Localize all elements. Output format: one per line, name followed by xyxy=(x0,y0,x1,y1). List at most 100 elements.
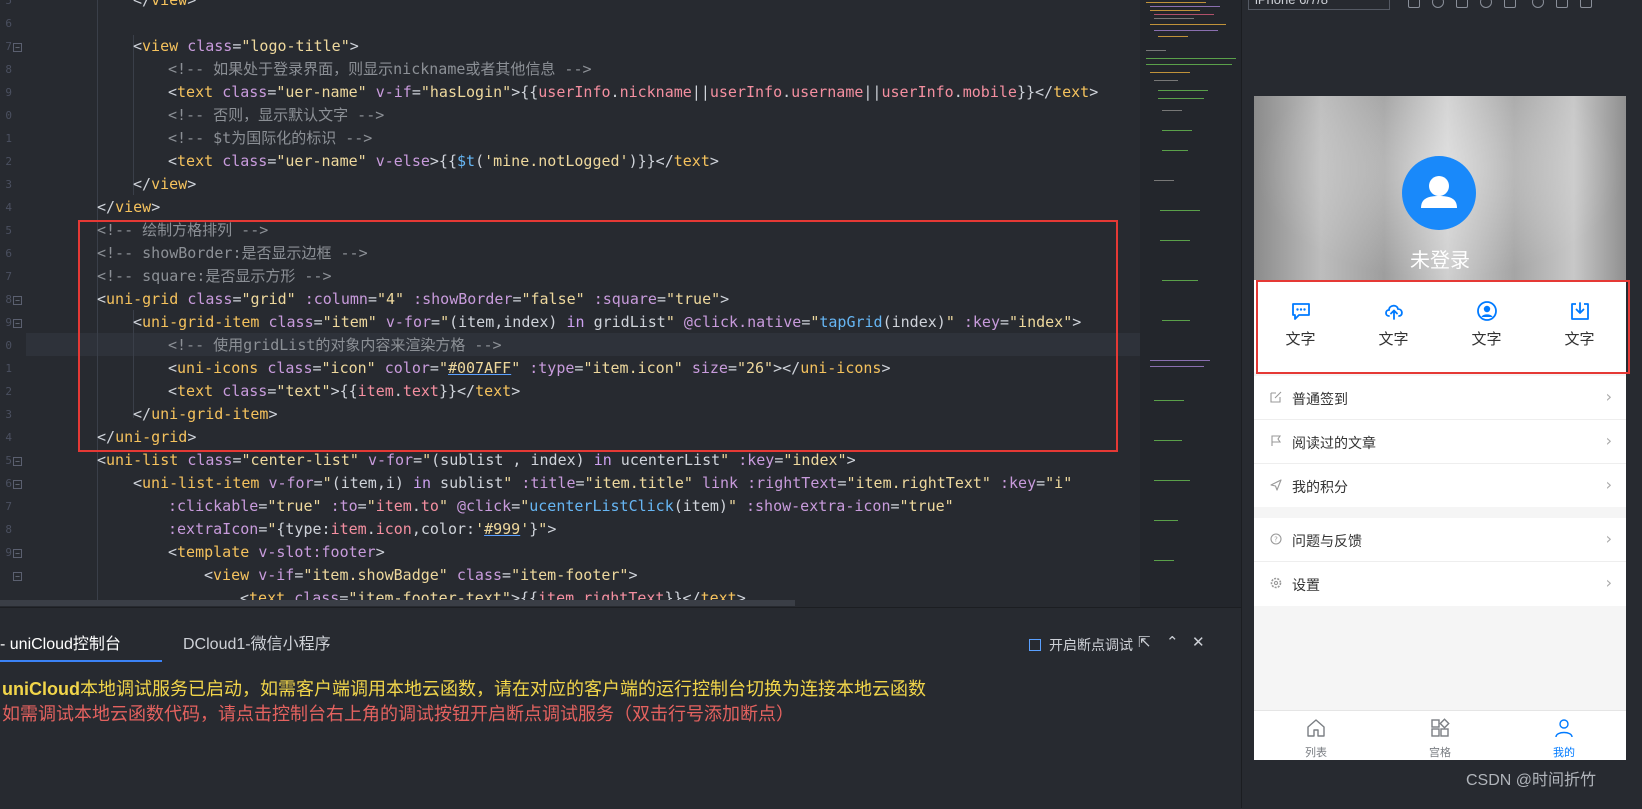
line-number[interactable]: 6 xyxy=(0,12,12,35)
list-item-title: 设置 xyxy=(1292,577,1320,593)
tab-list[interactable]: 列表 xyxy=(1254,711,1378,760)
list-item[interactable]: 阅读过的文章 › xyxy=(1254,420,1626,464)
fold-toggle-icon[interactable]: − xyxy=(13,296,22,305)
line-number[interactable]: 3 xyxy=(0,403,12,426)
code-line[interactable]: </view> xyxy=(97,196,160,219)
minimap-line xyxy=(1146,58,1236,59)
fold-toggle-icon[interactable]: − xyxy=(13,549,22,558)
code-line[interactable]: <uni-list class="center-list" v-for="(su… xyxy=(97,449,856,472)
nickname-label[interactable]: 未登录 xyxy=(1254,244,1626,273)
annotation-box-code xyxy=(78,220,1118,452)
rotate-icon[interactable] xyxy=(1432,0,1444,8)
minimap-line xyxy=(1150,24,1226,25)
console-message-info: uniCloud本地调试服务已启动，如需客户端调用本地云函数，请在对应的客户端的… xyxy=(2,675,926,701)
list-item[interactable]: 普通签到 › xyxy=(1254,376,1626,420)
line-number[interactable]: 8 xyxy=(0,58,12,81)
fold-toggle-icon[interactable]: − xyxy=(13,319,22,328)
refresh-icon[interactable] xyxy=(1480,0,1492,8)
device-select[interactable]: iPhone 6/7/8 xyxy=(1248,0,1390,10)
breakpoint-label[interactable]: 开启断点调试 xyxy=(1049,635,1133,655)
line-number[interactable]: 3 xyxy=(0,173,12,196)
code-line[interactable]: <text class="uer-name" v-else>{{$t('mine… xyxy=(168,150,719,173)
tab-unicloud-console[interactable]: - uniCloud控制台 xyxy=(0,630,121,654)
tab-mine[interactable]: 我的 xyxy=(1502,711,1626,760)
center-list: 普通签到 › 阅读过的文章 › 我的积分 › xyxy=(1254,376,1626,507)
code-line[interactable]: <!-- $t为国际化的标识 --> xyxy=(168,127,372,150)
screenshot-icon[interactable] xyxy=(1408,0,1420,8)
code-line[interactable]: :clickable="true" :to="item.to" @click="… xyxy=(168,495,954,518)
line-number[interactable]: 1 xyxy=(0,127,12,150)
code-line[interactable]: <view v-if="item.showBadge" class="item-… xyxy=(204,564,638,587)
line-number[interactable]: 2 xyxy=(0,150,12,173)
list-item[interactable]: 我的积分 › xyxy=(1254,464,1626,508)
line-number[interactable]: 7 xyxy=(0,35,12,58)
list-item[interactable]: ? 问题与反馈 › xyxy=(1254,518,1626,562)
export-icon[interactable]: ⇱ xyxy=(1138,633,1151,651)
phone-screen: 未登录 文字 文字 文字 文字 普通签到 › 阅读过的文章 › 我的积分 › ?… xyxy=(1254,96,1626,760)
code-line[interactable]: </view> xyxy=(133,173,196,196)
tab-dcloud-miniprogram[interactable]: DCloud1-微信小程序 xyxy=(183,630,331,654)
line-number[interactable]: 9 xyxy=(0,311,12,334)
minimap-line xyxy=(1154,18,1194,19)
line-number[interactable]: 5 xyxy=(0,0,12,12)
center-list: ? 问题与反馈 › 设置 › xyxy=(1254,518,1626,606)
pin-icon[interactable] xyxy=(1556,0,1568,8)
code-line[interactable]: <!-- 如果处于登录界面，则显示nickname或者其他信息 --> xyxy=(168,58,592,81)
line-number[interactable]: 9 xyxy=(0,541,12,564)
line-number[interactable]: 6 xyxy=(0,472,12,495)
line-number[interactable]: 9 xyxy=(0,81,12,104)
line-number[interactable]: 6 xyxy=(0,242,12,265)
fold-toggle-icon[interactable]: − xyxy=(13,480,22,489)
chevron-right-icon: › xyxy=(1605,529,1612,548)
help-icon[interactable] xyxy=(1532,0,1544,8)
fold-toggle-icon[interactable]: − xyxy=(13,43,22,52)
user-avatar-icon xyxy=(1421,176,1457,208)
minimap-line xyxy=(1154,80,1178,81)
breakpoint-checkbox[interactable] xyxy=(1029,639,1041,651)
line-number[interactable]: 5 xyxy=(0,449,12,472)
line-number[interactable]: 8 xyxy=(0,288,12,311)
line-number[interactable]: 5 xyxy=(0,219,12,242)
more-icon[interactable] xyxy=(1580,0,1592,8)
preview-pane: iPhone 6/7/8 未登录 文字 xyxy=(1242,0,1642,808)
minimap-line xyxy=(1162,110,1182,111)
profile-header: 未登录 xyxy=(1254,96,1626,280)
flag-icon xyxy=(1271,435,1282,446)
tab-grid[interactable]: 宫格 xyxy=(1378,711,1502,760)
close-icon[interactable]: ✕ xyxy=(1192,633,1205,651)
line-number[interactable]: 4 xyxy=(0,426,12,449)
line-number[interactable]: 7 xyxy=(0,265,12,288)
line-gutter[interactable]: 5 6 7 8 9 0 1 2 3 4 5 6 7 8 9 0 1 2 3 4 … xyxy=(0,0,26,607)
tab-label: 宫格 xyxy=(1429,747,1451,759)
edit-icon xyxy=(1270,391,1282,403)
devtools-icon[interactable] xyxy=(1504,0,1516,8)
fold-toggle-icon[interactable]: − xyxy=(13,457,22,466)
line-number[interactable]: 0 xyxy=(0,334,12,357)
line-number[interactable]: 8 xyxy=(0,518,12,541)
minimap-line xyxy=(1154,560,1174,561)
minimap-line xyxy=(1150,10,1200,11)
code-line[interactable]: <text class="uer-name" v-if="hasLogin">{… xyxy=(168,81,1098,104)
minimap-line xyxy=(1158,98,1204,99)
avatar[interactable] xyxy=(1402,156,1476,230)
line-number[interactable]: 7 xyxy=(0,495,12,518)
line-number[interactable]: 4 xyxy=(0,196,12,219)
code-line[interactable]: <view class="logo-title"> xyxy=(133,35,359,58)
line-number[interactable]: 2 xyxy=(0,380,12,403)
line-number[interactable]: 0 xyxy=(0,104,12,127)
code-line[interactable]: <template v-slot:footer> xyxy=(168,541,385,564)
fold-toggle-icon[interactable]: − xyxy=(13,572,22,581)
code-line[interactable]: <!-- 否则，显示默认文字 --> xyxy=(168,104,384,127)
code-line[interactable]: </view> xyxy=(133,0,196,12)
list-item[interactable]: 设置 › xyxy=(1254,562,1626,606)
code-minimap[interactable] xyxy=(1140,0,1241,607)
code-line[interactable]: <uni-list-item v-for="(item,i) in sublis… xyxy=(133,472,1072,495)
chevron-up-icon[interactable]: ⌃ xyxy=(1166,633,1179,651)
minimap-line xyxy=(1154,14,1214,15)
code-line[interactable]: :extraIcon="{type:item.icon,color:'#999'… xyxy=(168,518,556,541)
horizontal-scrollbar[interactable] xyxy=(0,600,795,606)
minimap-line xyxy=(1162,130,1192,131)
paper-plane-icon xyxy=(1270,479,1282,491)
window-icon[interactable] xyxy=(1456,0,1468,8)
line-number[interactable]: 1 xyxy=(0,357,12,380)
